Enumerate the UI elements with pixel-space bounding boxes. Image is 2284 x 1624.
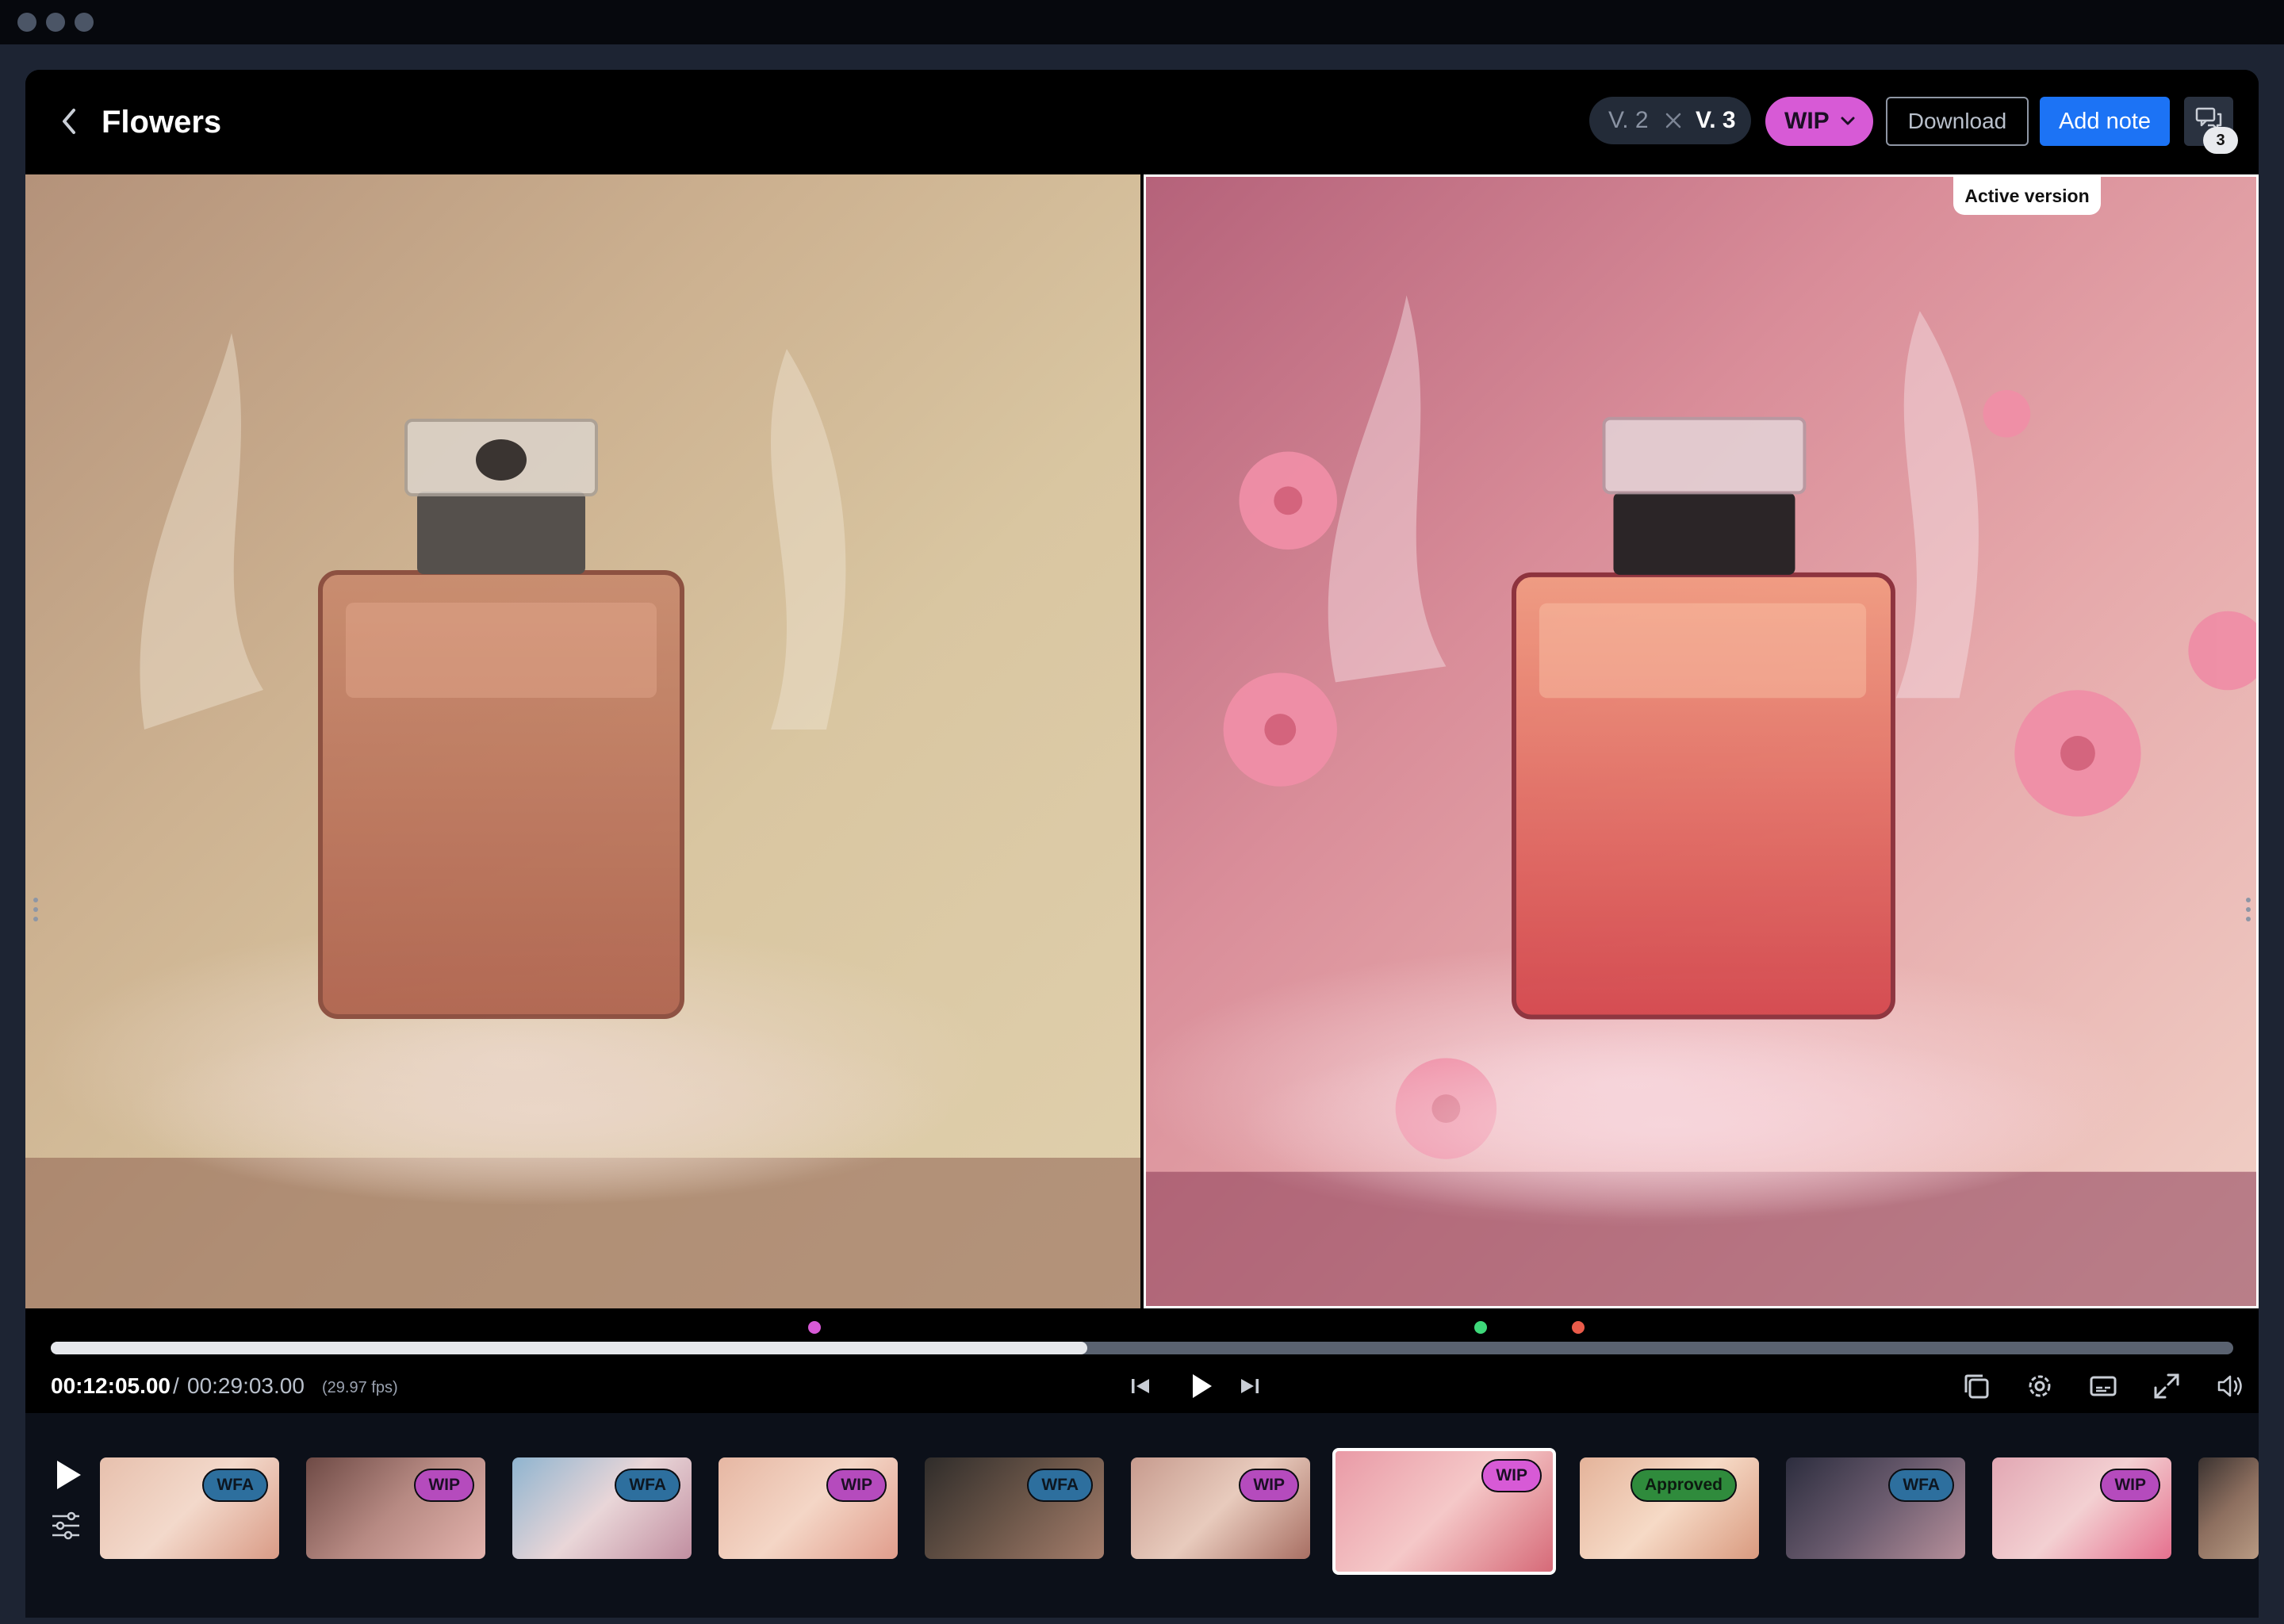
- comment-marker[interactable]: [1473, 1321, 1487, 1334]
- volume-icon: [2217, 1375, 2242, 1397]
- skip-forward-button[interactable]: [1234, 1370, 1266, 1402]
- filmstrip: WFA WIP WFA WIP WFA WIP WIP Approved WFA WIP: [25, 1413, 2259, 1618]
- filmstrip-thumbnail[interactable]: WIP: [1131, 1457, 1310, 1559]
- filmstrip-thumbnail[interactable]: WFA: [100, 1457, 279, 1559]
- filmstrip-thumbnail[interactable]: WFA: [925, 1457, 1104, 1559]
- filmstrip-thumbnail[interactable]: WIP: [1332, 1448, 1556, 1575]
- chevron-down-icon: [1841, 117, 1855, 125]
- status-badge: WIP: [2100, 1469, 2160, 1502]
- version-3-image[interactable]: Active version: [1144, 174, 2259, 1308]
- status-badge: WIP: [1481, 1459, 1542, 1492]
- compare-layers-button[interactable]: [1960, 1370, 1992, 1402]
- version-2-image[interactable]: [25, 174, 1140, 1308]
- subtitles-icon: [2090, 1376, 2117, 1396]
- status-badge: WFA: [615, 1469, 680, 1502]
- volume-button[interactable]: [2214, 1370, 2246, 1402]
- status-badge: WFA: [202, 1469, 268, 1502]
- filmstrip-thumbnail[interactable]: [2198, 1457, 2259, 1559]
- active-version-tooltip: Active version: [1953, 177, 2101, 215]
- filmstrip-thumbnail[interactable]: Approved: [1580, 1457, 1759, 1559]
- filmstrip-thumbnail[interactable]: WFA: [512, 1457, 692, 1559]
- status-badge: WIP: [414, 1469, 474, 1502]
- download-button[interactable]: Download: [1886, 97, 2029, 146]
- comment-marker[interactable]: [1572, 1321, 1585, 1334]
- total-timecode: 00:29:03.00: [187, 1373, 305, 1398]
- filmstrip-thumbnail[interactable]: WFA: [1786, 1457, 1965, 1559]
- status-badge: WIP: [826, 1469, 887, 1502]
- chevron-left-icon: [63, 109, 75, 134]
- version-compare-pill[interactable]: V. 2 V. 3: [1589, 97, 1751, 144]
- playback-controls: 00:12:05.00 / 00:29:03.00 (29.97 fps): [25, 1308, 2259, 1413]
- comment-marker[interactable]: [808, 1321, 822, 1334]
- adjust-icon[interactable]: [49, 1510, 82, 1542]
- timeline-progress: [51, 1342, 1088, 1354]
- fullscreen-icon: [2154, 1373, 2179, 1399]
- window-frame: [0, 44, 2284, 70]
- window-zoom-dot[interactable]: [75, 13, 94, 32]
- add-note-button[interactable]: Add note: [2040, 97, 2170, 146]
- left-panel-handle[interactable]: [33, 898, 38, 926]
- comments-count-badge: 3: [2203, 127, 2238, 154]
- filmstrip-thumbnail[interactable]: WIP: [1992, 1457, 2171, 1559]
- version-inactive-label[interactable]: V. 2: [1608, 97, 1649, 144]
- current-timecode: 00:12:05.00: [51, 1373, 171, 1398]
- right-panel-handle[interactable]: [2246, 898, 2251, 926]
- filmstrip-thumbnail[interactable]: WIP: [306, 1457, 485, 1559]
- page-title: Flowers: [102, 105, 222, 140]
- status-badge: WIP: [1239, 1469, 1299, 1502]
- play-icon[interactable]: [52, 1457, 84, 1492]
- skip-back-button[interactable]: [1125, 1370, 1156, 1402]
- settings-button[interactable]: [2024, 1370, 2056, 1402]
- close-icon[interactable]: [1662, 109, 1684, 132]
- window-minimize-dot[interactable]: [46, 13, 65, 32]
- timeline-scrubber[interactable]: [51, 1342, 2233, 1354]
- frame-rate: (29.97 fps): [322, 1379, 398, 1396]
- status-dropdown[interactable]: WIP: [1765, 97, 1873, 146]
- window-titlebar: [0, 0, 2284, 44]
- timecode-separator: /: [173, 1373, 179, 1398]
- play-button[interactable]: [1185, 1370, 1217, 1402]
- settings-icon: [2029, 1375, 2051, 1397]
- status-badge: WFA: [1027, 1469, 1093, 1502]
- layers-icon: [1964, 1374, 1989, 1399]
- play-icon: [1193, 1374, 1212, 1398]
- skip-back-icon: [1132, 1379, 1149, 1393]
- review-app: Flowers V. 2 V. 3 WIP Download Add note …: [25, 70, 2259, 1618]
- version-active-label[interactable]: V. 3: [1696, 97, 1736, 144]
- fullscreen-button[interactable]: [2151, 1370, 2182, 1402]
- skip-forward-icon: [1241, 1379, 1259, 1393]
- subtitles-button[interactable]: [2087, 1370, 2119, 1402]
- compare-viewer[interactable]: Active version: [25, 174, 2259, 1308]
- perfume-bottle-flowers-illustration: [1146, 295, 2256, 1306]
- filmstrip-thumbnail[interactable]: WIP: [719, 1457, 898, 1559]
- status-badge: WFA: [1888, 1469, 1954, 1502]
- back-button[interactable]: [49, 102, 89, 141]
- status-dropdown-label: WIP: [1784, 108, 1830, 134]
- window-close-dot[interactable]: [17, 13, 36, 32]
- perfume-bottle-illustration: [25, 333, 1140, 1308]
- status-badge: Approved: [1630, 1469, 1737, 1502]
- header: Flowers V. 2 V. 3 WIP Download Add note …: [25, 70, 2259, 174]
